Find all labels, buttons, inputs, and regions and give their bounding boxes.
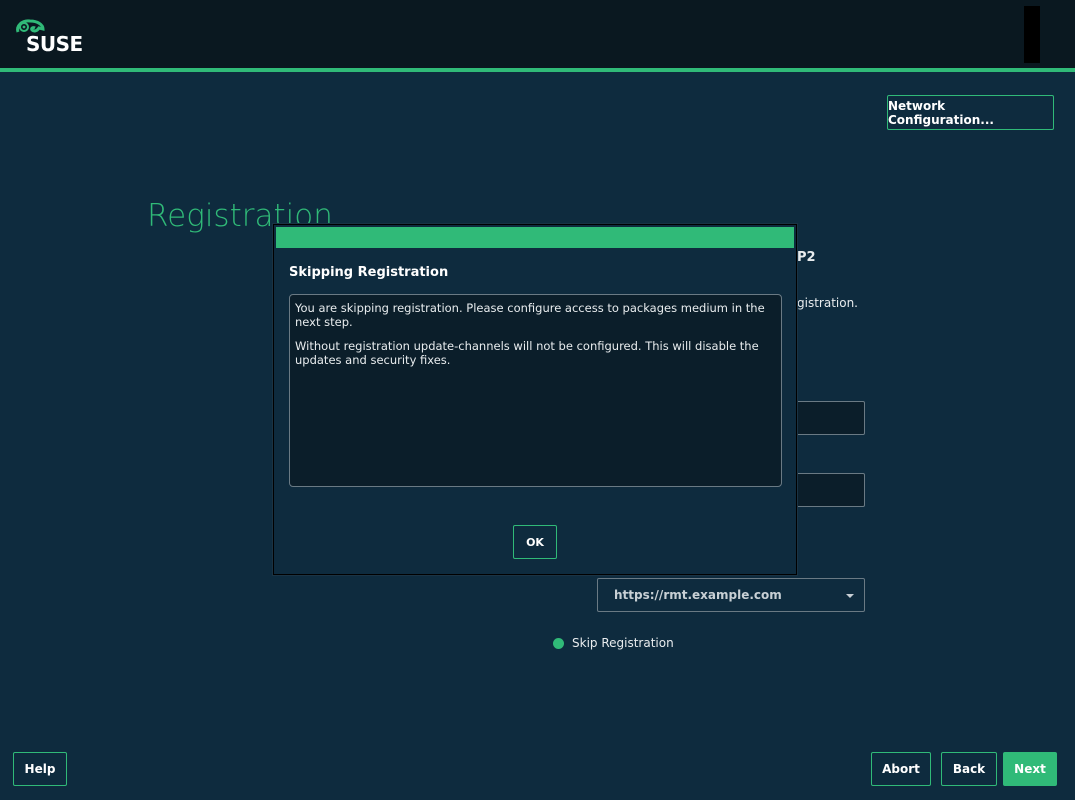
dialog-paragraph: You are skipping registration. Please co… — [295, 301, 765, 329]
dialog-title: Skipping Registration — [289, 265, 449, 280]
chevron-down-icon — [846, 594, 854, 598]
email-field[interactable] — [790, 401, 865, 435]
skip-registration-radio[interactable]: Skip Registration — [553, 636, 674, 650]
product-name-fragment: P2 — [797, 250, 816, 265]
window-control-block — [1024, 6, 1040, 63]
registration-server-value: https://rmt.example.com — [614, 588, 782, 602]
skip-registration-dialog: Skipping Registration You are skipping r… — [273, 224, 797, 575]
abort-button[interactable]: Abort — [871, 752, 931, 786]
dialog-header-bar — [276, 227, 794, 248]
network-configuration-button[interactable]: Network Configuration... — [887, 95, 1054, 130]
ok-button[interactable]: OK — [513, 525, 557, 559]
skip-registration-label: Skip Registration — [572, 636, 674, 650]
dialog-message-box[interactable]: You are skipping registration. Please co… — [289, 294, 782, 487]
registration-server-combo[interactable]: https://rmt.example.com — [597, 578, 865, 612]
dialog-paragraph: Without registration update-channels wil… — [295, 339, 759, 367]
registration-code-field[interactable] — [790, 473, 865, 507]
logo-text: SUSE — [26, 32, 83, 56]
next-button[interactable]: Next — [1003, 752, 1057, 786]
header-bar: SUSE — [0, 0, 1075, 68]
help-button[interactable]: Help — [13, 752, 67, 786]
suse-logo: SUSE — [14, 18, 94, 58]
radio-selected-icon — [553, 637, 564, 649]
header-accent-line — [0, 68, 1075, 72]
registration-info-fragment: gistration. — [797, 296, 858, 310]
back-button[interactable]: Back — [941, 752, 997, 786]
